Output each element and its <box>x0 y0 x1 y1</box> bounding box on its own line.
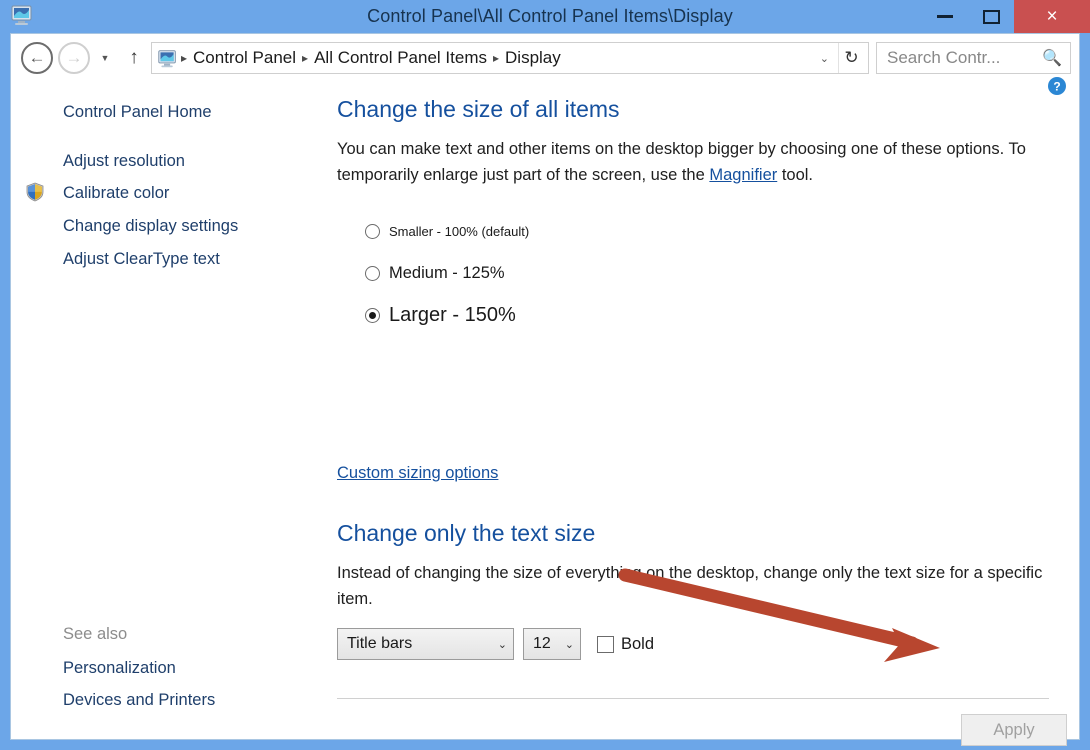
display-monitor-icon <box>11 5 32 25</box>
magnifier-link[interactable]: Magnifier <box>709 166 777 184</box>
window-body: Control Panel Home Adjust resolution Cal… <box>11 77 1079 746</box>
forward-arrow-icon: → <box>65 48 83 67</box>
sidebar-navigation: Control Panel Home Adjust resolution Cal… <box>11 82 337 739</box>
back-arrow-icon: ← <box>28 48 46 67</box>
up-button[interactable]: ↑ <box>121 47 147 69</box>
display-monitor-icon <box>158 49 176 67</box>
up-arrow-icon: ↑ <box>129 47 139 68</box>
search-box[interactable]: 🔍 <box>876 42 1071 74</box>
window-controls: × <box>922 0 1090 33</box>
radio-indicator <box>365 223 380 239</box>
uac-shield-icon <box>26 182 44 202</box>
radio-indicator <box>365 265 380 281</box>
help-icon[interactable]: ? <box>1047 76 1067 96</box>
section-heading-size-all-items: Change the size of all items <box>337 96 620 122</box>
navigation-toolbar: ← → ▼ ↑ ▸ Control Panel ▸ All Control Pa… <box>11 34 1079 82</box>
window-title-bar: Control Panel\All Control Panel Items\Di… <box>10 0 1090 33</box>
breadcrumb-item-display[interactable]: Display <box>500 48 566 68</box>
scale-radio-group: Smaller - 100% (default) Medium - 125% L… <box>337 214 1049 332</box>
chevron-down-icon: ▼ <box>100 53 110 63</box>
description-text-after: tool. <box>777 165 814 184</box>
close-button[interactable]: × <box>1014 0 1090 33</box>
chevron-down-icon: ⌄ <box>497 638 507 651</box>
breadcrumb-item-control-panel[interactable]: Control Panel <box>188 48 301 68</box>
description-text-before: You can make text and other items on the… <box>337 140 1026 184</box>
search-magnifier-icon: 🔍 <box>1042 50 1062 67</box>
chevron-down-icon[interactable]: ⌄ <box>816 52 838 65</box>
svg-text:?: ? <box>1053 80 1060 94</box>
radio-label: Larger - 150% <box>389 303 516 326</box>
radio-label: Smaller - 100% (default) <box>389 223 530 239</box>
breadcrumb-separator: ▸ <box>492 51 500 65</box>
radio-label: Medium - 125% <box>389 263 505 282</box>
back-button[interactable]: ← <box>21 42 53 74</box>
radio-option-smaller[interactable]: Smaller - 100% (default) <box>337 214 1049 248</box>
content-divider <box>337 698 1049 699</box>
see-also-heading: See also <box>63 624 128 643</box>
sidebar-item-personalization[interactable]: Personalization <box>11 652 337 685</box>
breadcrumb-item-all-items[interactable]: All Control Panel Items <box>309 48 492 68</box>
breadcrumb-separator: ▸ <box>181 51 188 65</box>
sidebar-item-devices-and-printers[interactable]: Devices and Printers <box>11 684 337 717</box>
refresh-button[interactable]: ↻ <box>838 43 864 73</box>
item-select[interactable]: Title bars ⌄ <box>337 628 514 660</box>
radio-indicator-selected <box>365 307 380 323</box>
sidebar-item-change-display-settings[interactable]: Change display settings <box>11 210 337 243</box>
window-client-area: ← → ▼ ↑ ▸ Control Panel ▸ All Control Pa… <box>10 33 1080 746</box>
sidebar-item-label: Calibrate color <box>63 184 170 203</box>
see-also-section: See also Personalization Devices and Pri… <box>11 619 337 717</box>
custom-sizing-options-link[interactable]: Custom sizing options <box>337 464 498 483</box>
section-description-text-size: Instead of changing the size of everythi… <box>337 564 1043 608</box>
section-description-size-all-items: You can make text and other items on the… <box>337 137 1049 188</box>
font-size-select[interactable]: 12 ⌄ <box>523 628 581 660</box>
text-size-controls: Title bars ⌄ 12 ⌄ Bold <box>337 628 654 660</box>
sidebar-item-adjust-resolution[interactable]: Adjust resolution <box>11 145 337 178</box>
section-change-text-size: Change only the text size Instead of cha… <box>337 520 1049 612</box>
bold-checkbox-row[interactable]: Bold <box>597 635 654 654</box>
close-icon: × <box>1046 6 1058 27</box>
breadcrumb-separator: ▸ <box>302 51 309 65</box>
main-content: ? Change the size of all items You can m… <box>337 77 1079 746</box>
window-title: Control Panel\All Control Panel Items\Di… <box>367 6 733 26</box>
display-settings-window: Control Panel\All Control Panel Items\Di… <box>0 0 1090 750</box>
minimize-button[interactable] <box>922 0 968 33</box>
sidebar-item-adjust-cleartype-text[interactable]: Adjust ClearType text <box>11 243 337 276</box>
radio-option-larger[interactable]: Larger - 150% <box>337 298 1049 332</box>
apply-button[interactable]: Apply <box>961 714 1067 746</box>
bold-checkbox-label: Bold <box>621 634 655 653</box>
section-heading-text-size: Change only the text size <box>337 520 596 546</box>
sidebar-item-calibrate-color[interactable]: Calibrate color <box>11 177 337 210</box>
maximize-button[interactable] <box>968 0 1014 33</box>
item-select-value: Title bars <box>347 635 413 652</box>
refresh-icon: ↻ <box>844 48 859 67</box>
maximize-icon <box>982 9 1000 24</box>
bold-checkbox[interactable] <box>597 635 614 653</box>
recent-locations-button[interactable]: ▼ <box>95 53 115 63</box>
search-input[interactable] <box>887 48 1039 68</box>
forward-button[interactable]: → <box>58 42 90 74</box>
font-size-value: 12 <box>533 635 551 652</box>
chevron-down-icon: ⌄ <box>564 638 574 651</box>
radio-option-medium[interactable]: Medium - 125% <box>337 256 1049 290</box>
minimize-icon <box>937 15 953 18</box>
breadcrumb-address-bar[interactable]: ▸ Control Panel ▸ All Control Panel Item… <box>151 42 869 74</box>
sidebar-item-control-panel-home[interactable]: Control Panel Home <box>11 96 337 145</box>
